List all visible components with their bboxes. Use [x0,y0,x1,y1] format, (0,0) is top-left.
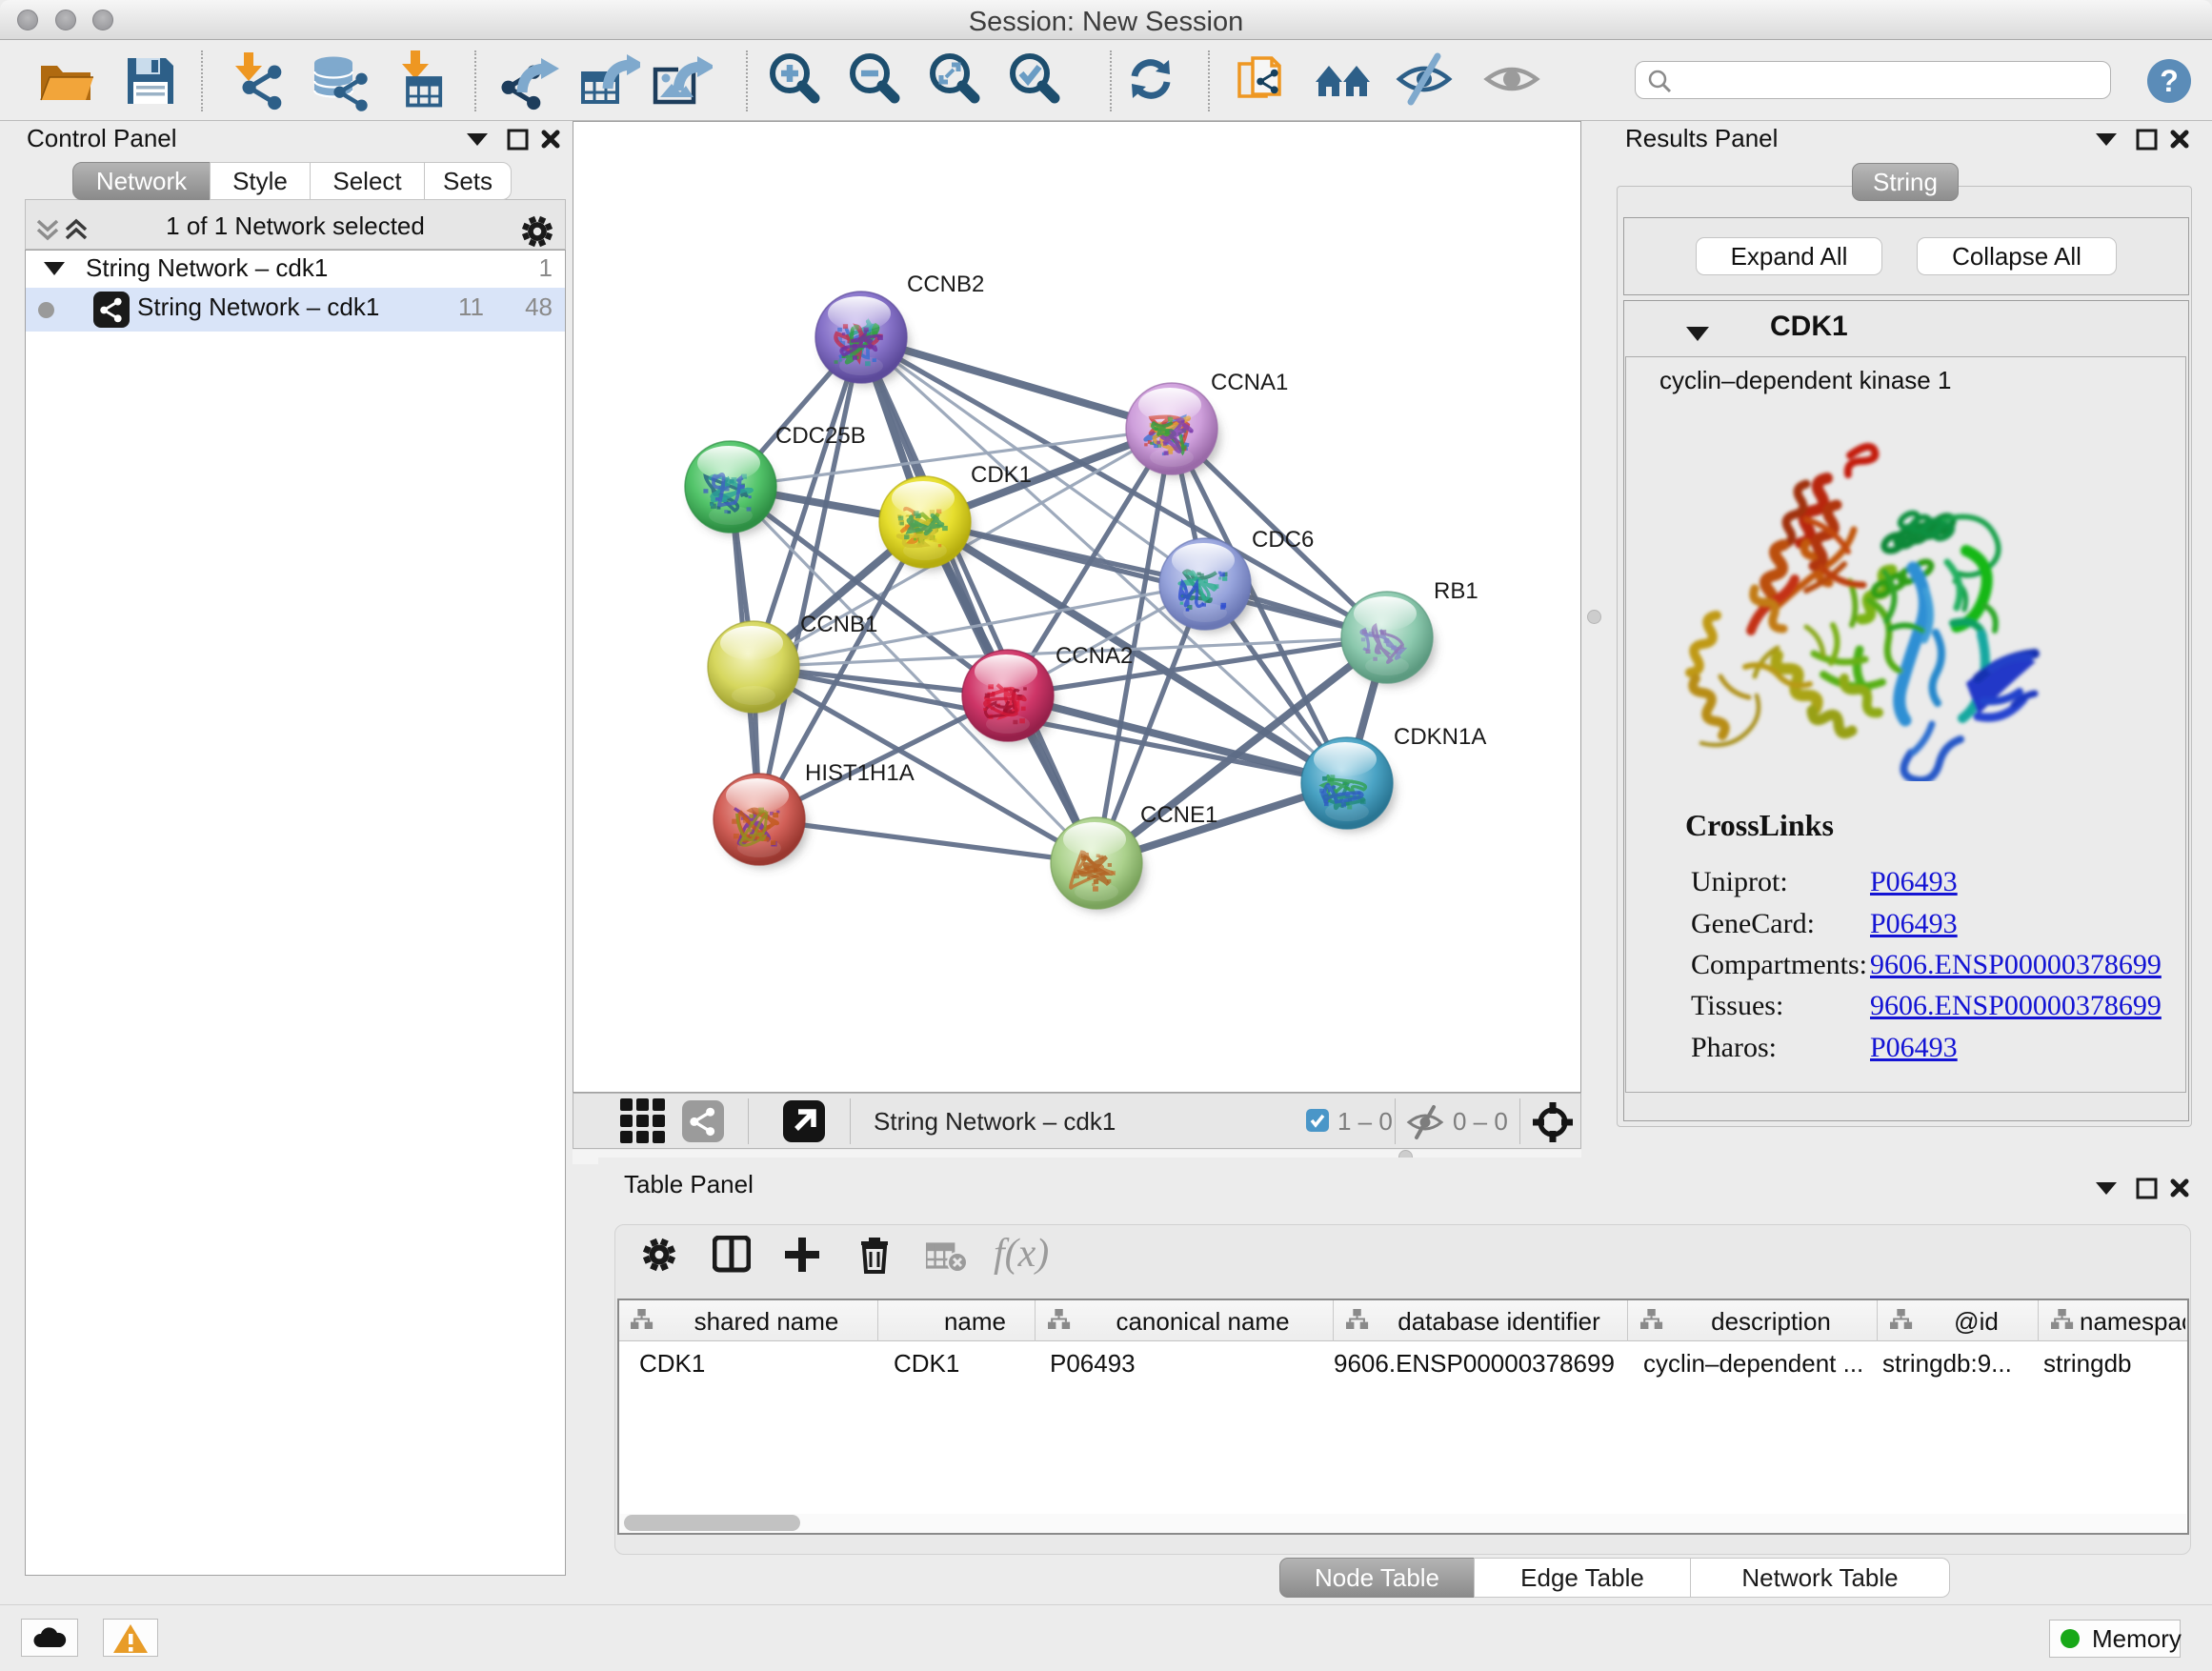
svg-text:CCNB1: CCNB1 [800,612,877,637]
svg-text:CCNA1: CCNA1 [1211,370,1288,395]
svg-text:CCNB2: CCNB2 [907,272,984,297]
svg-text:CDC6: CDC6 [1252,527,1314,553]
svg-text:HIST1H1A: HIST1H1A [805,760,915,786]
svg-text:RB1: RB1 [1434,578,1478,604]
svg-text:CDC25B: CDC25B [775,423,866,449]
svg-text:CCNE1: CCNE1 [1140,802,1217,828]
svg-text:CDKN1A: CDKN1A [1394,724,1486,750]
svg-text:CCNA2: CCNA2 [1056,643,1133,669]
svg-text:CDK1: CDK1 [971,462,1032,488]
